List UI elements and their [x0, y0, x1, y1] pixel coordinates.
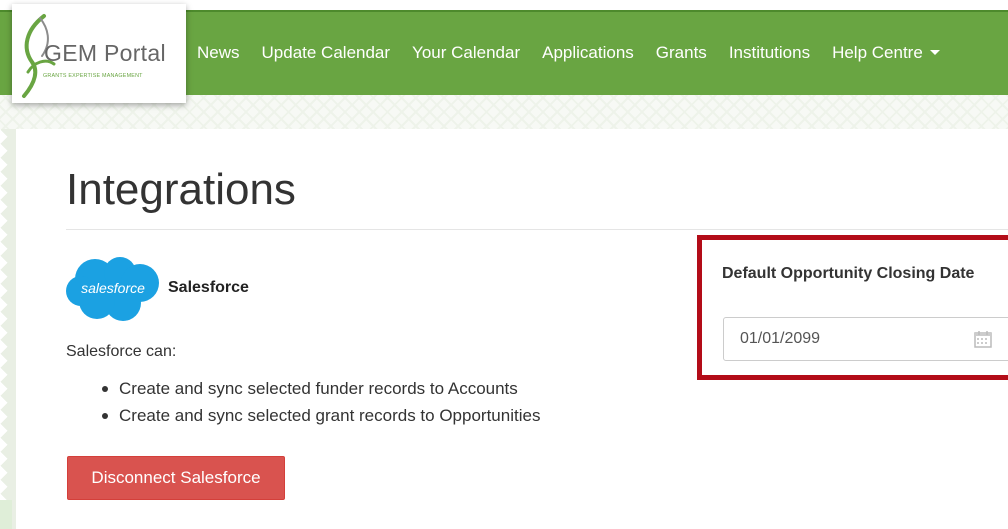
calendar-icon[interactable] [974, 330, 992, 348]
disconnect-salesforce-button[interactable]: Disconnect Salesforce [67, 456, 285, 500]
main-nav: News Update Calendar Your Calendar Appli… [186, 10, 951, 95]
closing-date-field [723, 317, 1008, 361]
nav-item-help-centre[interactable]: Help Centre [821, 43, 951, 63]
list-item: Create and sync selected grant records t… [66, 406, 540, 433]
left-decorative-strip [0, 95, 16, 529]
nav-item-update-calendar[interactable]: Update Calendar [251, 43, 402, 63]
nav-item-institutions[interactable]: Institutions [718, 43, 821, 63]
title-divider [66, 229, 1008, 230]
nav-item-label: Grants [655, 42, 707, 62]
nav-item-label: Institutions [728, 42, 811, 62]
list-item: Create and sync selected funder records … [66, 379, 540, 406]
closing-date-label: Default Opportunity Closing Date [722, 265, 975, 282]
site-logo[interactable]: GEM Portal GRANTS EXPERTISE MANAGEMENT [12, 4, 186, 103]
capability-list: Create and sync selected funder records … [66, 379, 540, 433]
salesforce-cloud-icon: salesforce [66, 257, 159, 321]
chevron-down-icon [929, 50, 940, 55]
nav-item-grants[interactable]: Grants [645, 43, 718, 63]
logo-tagline: GRANTS EXPERTISE MANAGEMENT [43, 73, 143, 79]
closing-date-input[interactable] [724, 318, 1008, 360]
bottom-side-tab [0, 500, 12, 529]
nav-item-label: Help Centre [832, 42, 923, 62]
nav-item-applications[interactable]: Applications [531, 43, 645, 63]
nav-item-label: Your Calendar [412, 42, 521, 62]
salesforce-logo-text: salesforce [81, 280, 145, 296]
nav-item-label: Applications [542, 42, 634, 62]
nav-item-your-calendar[interactable]: Your Calendar [401, 43, 531, 63]
page-title: Integrations [66, 165, 296, 214]
nav-item-label: Update Calendar [261, 42, 391, 62]
integration-intro: Salesforce can: [66, 343, 177, 360]
integration-name: Salesforce [168, 279, 249, 296]
nav-item-label: News [197, 42, 240, 62]
logo-name: GEM Portal [44, 40, 166, 66]
nav-item-news[interactable]: News [186, 43, 251, 63]
